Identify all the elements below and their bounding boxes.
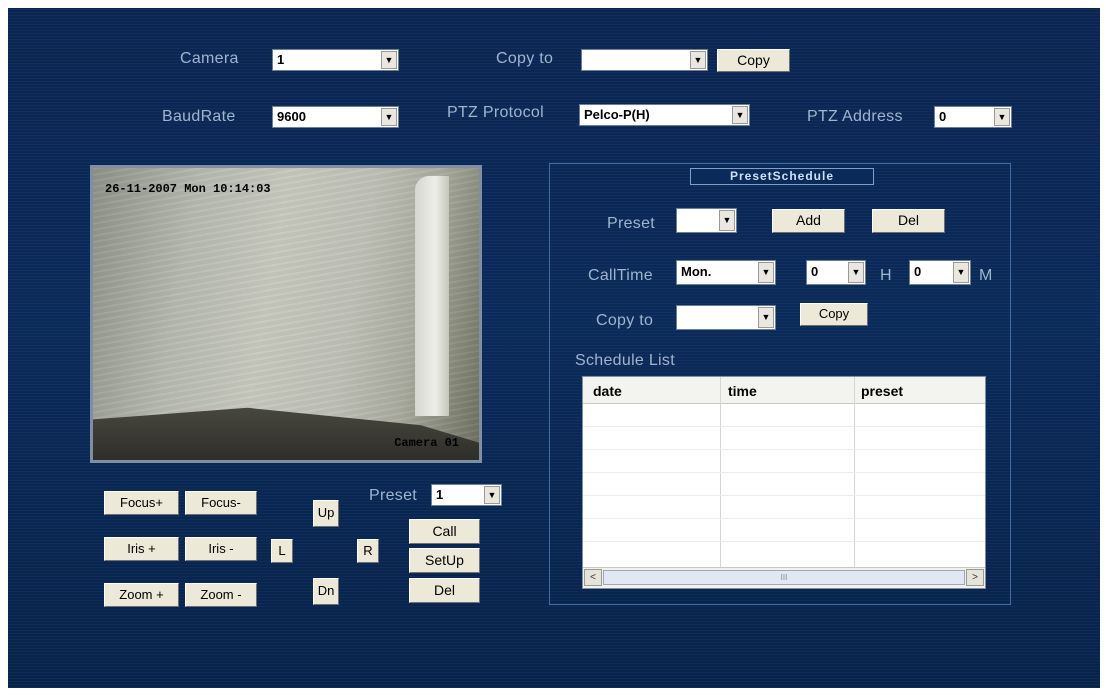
osd-timestamp: 26-11-2007 Mon 10:14:03	[105, 182, 271, 196]
schedule-add-button[interactable]: Add	[772, 209, 845, 233]
schedule-copy-to-select[interactable]: ▼	[676, 305, 776, 330]
calltime-label: CallTime	[588, 267, 653, 284]
calltime-minute-value: 0	[914, 264, 922, 279]
zoom-plus-button[interactable]: Zoom +	[104, 583, 179, 607]
row-divider	[583, 495, 985, 496]
schedule-preset-select[interactable]: ▼	[676, 208, 737, 233]
chevron-down-icon[interactable]: ▼	[484, 486, 500, 504]
copy-to-select[interactable]: ▼	[581, 49, 708, 71]
row-divider	[583, 472, 985, 473]
ptz-address-select-value: 0	[939, 109, 947, 124]
chevron-down-icon[interactable]: ▼	[994, 108, 1010, 126]
baudrate-select[interactable]: 9600 ▼	[272, 106, 399, 128]
calltime-day-select[interactable]: Mon. ▼	[676, 260, 776, 285]
camera-preview: 26-11-2007 Mon 10:14:03 Camera 01	[90, 165, 482, 463]
call-preset-button[interactable]: Call	[409, 519, 480, 544]
osd-camera-name: Camera 01	[394, 436, 459, 450]
ptz-address-select[interactable]: 0 ▼	[934, 106, 1012, 128]
calltime-day-value: Mon.	[681, 264, 712, 279]
row-divider	[583, 426, 985, 427]
schedule-list-table[interactable]: date time preset < III >	[582, 376, 986, 589]
chevron-down-icon[interactable]: ▼	[381, 108, 397, 126]
iris-plus-button[interactable]: Iris +	[104, 537, 179, 561]
calltime-hour-select[interactable]: 0 ▼	[806, 260, 866, 285]
baudrate-label: BaudRate	[162, 108, 236, 125]
ptz-protocol-select-value: Pelco-P(H)	[584, 107, 650, 122]
delete-preset-button[interactable]: Del	[409, 578, 480, 603]
chevron-down-icon[interactable]: ▼	[758, 307, 774, 328]
schedule-list-label: Schedule List	[575, 352, 675, 369]
ptz-protocol-select[interactable]: Pelco-P(H) ▼	[579, 104, 750, 126]
chevron-down-icon[interactable]: ▼	[758, 262, 774, 283]
iris-minus-button[interactable]: Iris -	[185, 537, 257, 561]
copy-to-label: Copy to	[496, 50, 554, 67]
table-header: date time preset	[583, 377, 985, 404]
schedule-del-button[interactable]: Del	[872, 209, 945, 233]
column-header-date[interactable]: date	[593, 383, 622, 399]
copy-button[interactable]: Copy	[717, 49, 790, 72]
calltime-hour-value: 0	[811, 264, 819, 279]
camera-select-value: 1	[277, 52, 285, 67]
camera-label: Camera	[180, 50, 239, 67]
baudrate-select-value: 9600	[277, 109, 306, 124]
hour-unit-label: H	[880, 267, 892, 284]
chevron-down-icon[interactable]: ▼	[848, 262, 864, 283]
focus-minus-button[interactable]: Focus-	[185, 491, 257, 515]
row-divider	[583, 541, 985, 542]
zoom-minus-button[interactable]: Zoom -	[185, 583, 257, 607]
chevron-down-icon[interactable]: ▼	[381, 51, 397, 69]
preset-label: Preset	[369, 487, 418, 504]
focus-plus-button[interactable]: Focus+	[104, 491, 179, 515]
horizontal-scrollbar[interactable]: < III >	[583, 567, 985, 588]
column-header-preset[interactable]: preset	[861, 383, 903, 399]
chevron-down-icon[interactable]: ▼	[732, 106, 748, 124]
preset-select-value: 1	[436, 487, 444, 502]
camera-select[interactable]: 1 ▼	[272, 49, 399, 71]
pan-up-button[interactable]: Up	[313, 500, 339, 527]
row-divider	[583, 518, 985, 519]
schedule-preset-label: Preset	[607, 215, 656, 232]
schedule-copy-button[interactable]: Copy	[800, 303, 868, 326]
scroll-right-icon[interactable]: >	[966, 569, 984, 586]
scroll-left-icon[interactable]: <	[584, 569, 602, 586]
pan-left-button[interactable]: L	[271, 539, 293, 563]
calltime-minute-select[interactable]: 0 ▼	[909, 260, 971, 285]
chevron-down-icon[interactable]: ▼	[953, 262, 969, 283]
chevron-down-icon[interactable]: ▼	[690, 51, 706, 69]
ptz-protocol-label: PTZ Protocol	[447, 104, 544, 121]
row-divider	[583, 449, 985, 450]
preset-select[interactable]: 1 ▼	[431, 484, 502, 506]
ptz-address-label: PTZ Address	[807, 108, 903, 125]
pan-down-button[interactable]: Dn	[313, 578, 339, 605]
column-header-time[interactable]: time	[728, 383, 757, 399]
schedule-copy-to-label: Copy to	[596, 312, 654, 329]
pan-right-button[interactable]: R	[357, 539, 379, 563]
setup-preset-button[interactable]: SetUp	[409, 548, 480, 573]
preview-door-shape	[415, 176, 449, 416]
minute-unit-label: M	[979, 267, 993, 284]
scrollbar-thumb[interactable]: III	[603, 570, 965, 585]
preset-schedule-title: PresetSchedule	[690, 168, 874, 185]
chevron-down-icon[interactable]: ▼	[719, 210, 735, 231]
